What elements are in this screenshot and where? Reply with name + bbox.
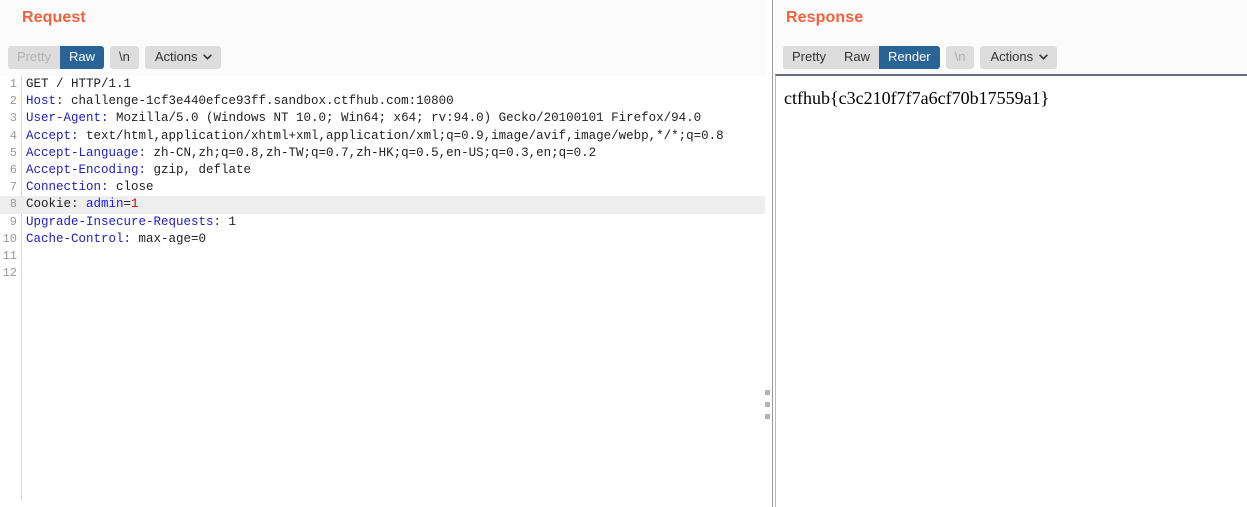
header-value: gzip, deflate <box>146 162 252 177</box>
chevron-down-icon <box>203 54 213 60</box>
code-line: 2 Host: challenge-1cf3e440efce93ff.sandbo… <box>0 93 766 110</box>
code-line: 8 Cookie: admin=1 <box>0 196 766 214</box>
line-content: Cache-Control: max-age=0 <box>26 231 206 248</box>
rendered-flag-text: ctfhub{c3c210f7f7a6cf70b17559a1} <box>784 88 1050 108</box>
response-rendered-view: ctfhub{c3c210f7f7a6cf70b17559a1} <box>775 74 1247 507</box>
line-number: 11 <box>2 248 17 263</box>
line-content: Accept: text/html,application/xhtml+xml,… <box>26 128 724 145</box>
response-panel-title: Response <box>786 9 864 26</box>
header-name: Accept-Encoding: <box>26 162 147 177</box>
code-line: 12 <box>0 265 766 282</box>
code-line: 10 Cache-Control: max-age=0 <box>0 231 766 248</box>
line-content: Accept-Language: zh-CN,zh;q=0.8,zh-TW;q=… <box>26 145 596 162</box>
request-message-editor[interactable]: 1 GET / HTTP/1.1 2 Host: challenge-1cf3e440… <box>0 76 766 507</box>
chevron-down-icon <box>1039 54 1049 60</box>
request-actions-button[interactable]: Actions <box>144 46 222 69</box>
code-line: 4 Accept: text/html,application/xhtml+xml… <box>0 128 766 145</box>
request-pretty-button[interactable]: Pretty <box>8 46 60 69</box>
header-value: text/html,application/xhtml+xml,applicat… <box>78 128 724 143</box>
line-number: 9 <box>9 214 17 229</box>
line-content: User-Agent: Mozilla/5.0 (Windows NT 10.0… <box>26 110 701 127</box>
request-code-lines: 1 GET / HTTP/1.1 2 Host: challenge-1cf3e440… <box>0 76 766 282</box>
response-raw-button[interactable]: Raw <box>834 46 879 69</box>
request-newline-button[interactable]: \n <box>109 46 139 69</box>
header-value: zh-CN,zh;q=0.8,zh-TW;q=0.7,zh-HK;q=0.5,e… <box>146 145 597 160</box>
code-line: 9 Upgrade-Insecure-Requests: 1 <box>0 214 766 231</box>
cookie-equals: = <box>123 197 132 212</box>
header-name: Host: <box>26 94 64 109</box>
request-pane: Request Pretty Raw \n Actions 1 GET / HTT… <box>0 0 766 507</box>
code-line: 5 Accept-Language: zh-CN,zh;q=0.8,zh-TW;q… <box>0 145 766 162</box>
code-line: 7 Connection: close <box>0 179 766 196</box>
code-line: 3 User-Agent: Mozilla/5.0 (Windows NT 10.… <box>0 110 766 127</box>
header-name: Accept-Language: <box>26 145 147 160</box>
line-content: Host: challenge-1cf3e440efce93ff.sandbox… <box>26 93 454 110</box>
pane-splitter[interactable] <box>772 0 773 507</box>
request-actions-label: Actions <box>154 49 198 64</box>
header-value: challenge-1cf3e440efce93ff.sandbox.ctfhu… <box>63 94 454 109</box>
line-number: 10 <box>2 231 17 246</box>
line-content: Accept-Encoding: gzip, deflate <box>26 162 251 179</box>
response-toolbar: Pretty Raw Render \n Actions <box>783 46 1058 69</box>
header-value: Mozilla/5.0 (Windows NT 10.0; Win64; x64… <box>108 111 702 126</box>
line-number: 12 <box>2 266 17 281</box>
line-number: 8 <box>9 197 17 212</box>
response-view-mode-group: Pretty Raw Render <box>783 46 940 69</box>
response-actions-label: Actions <box>990 49 1034 64</box>
header-value: 1 <box>221 214 237 229</box>
line-number: 4 <box>9 128 17 143</box>
code-line: 1 GET / HTTP/1.1 <box>0 76 766 93</box>
response-actions-button[interactable]: Actions <box>980 46 1058 69</box>
header-name: Cookie: <box>26 197 87 212</box>
line-number: 7 <box>9 180 17 195</box>
header-name: Connection: <box>26 180 109 195</box>
line-number: 1 <box>9 77 17 91</box>
line-content: GET / HTTP/1.1 <box>26 77 132 91</box>
response-render-button[interactable]: Render <box>878 46 940 69</box>
header-name: User-Agent: <box>26 111 109 126</box>
line-content: Connection: close <box>26 179 154 196</box>
request-toolbar: Pretty Raw \n Actions <box>8 46 222 69</box>
code-line: 6 Accept-Encoding: gzip, deflate <box>0 162 766 179</box>
response-newline-button[interactable]: \n <box>945 46 975 69</box>
cookie-key: admin <box>86 197 124 212</box>
header-name: Accept: <box>26 128 79 143</box>
response-pretty-button[interactable]: Pretty <box>783 46 835 69</box>
header-name: Cache-Control: <box>26 231 132 246</box>
header-name: Upgrade-Insecure-Requests: <box>26 214 222 229</box>
request-panel-title: Request <box>22 9 86 26</box>
drag-handle-icon[interactable] <box>765 390 770 419</box>
line-number: 6 <box>9 162 17 177</box>
code-line: 11 <box>0 248 766 265</box>
request-view-mode-group: Pretty Raw <box>8 46 104 69</box>
line-number: 3 <box>9 111 17 126</box>
line-number: 2 <box>9 94 17 109</box>
line-content: Upgrade-Insecure-Requests: 1 <box>26 214 236 231</box>
line-number: 5 <box>9 145 17 160</box>
request-raw-button[interactable]: Raw <box>59 46 104 69</box>
line-content: Cookie: admin=1 <box>26 196 139 213</box>
header-value: close <box>108 180 154 195</box>
header-value: max-age=0 <box>131 231 207 246</box>
cookie-value: 1 <box>131 197 139 212</box>
